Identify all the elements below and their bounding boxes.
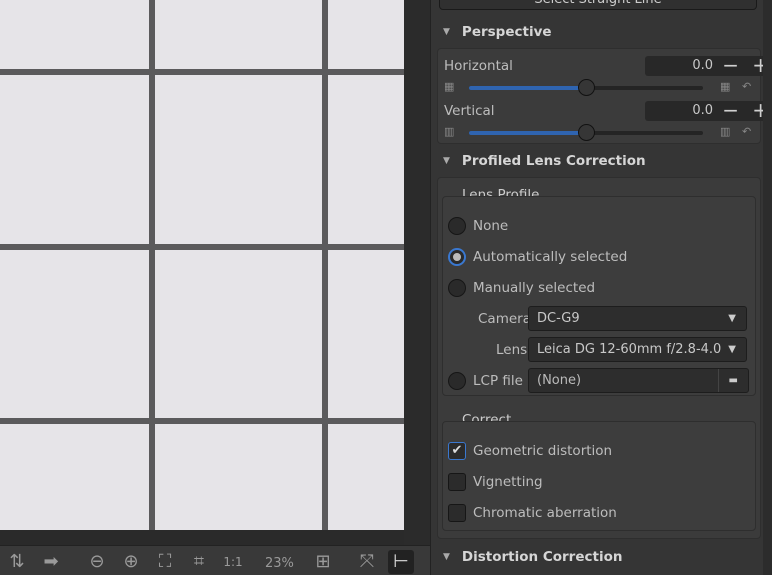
tool-panel: Select Straight Line ▼Perspective Horizo…: [430, 0, 772, 575]
viewer-background: [404, 0, 430, 545]
perspective-h-right-icon: ▦: [720, 80, 731, 93]
chromatic-aberration-label[interactable]: Chromatic aberration: [473, 505, 617, 521]
chevron-down-icon: ▼: [728, 313, 736, 324]
perspective-header[interactable]: ▼ Perspective: [443, 24, 552, 40]
geometric-distortion-checkbox[interactable]: ✔: [448, 442, 466, 460]
minus-icon[interactable]: −: [722, 55, 739, 75]
zoom-100-icon[interactable]: 1:1: [220, 550, 246, 574]
lens-select[interactable]: Leica DG 12-60mm f/2.8-4.0 ▼: [528, 337, 747, 362]
distortion-correction-header[interactable]: ▼ Distortion Correction: [443, 549, 622, 565]
radio-automatically-selected[interactable]: [448, 248, 466, 266]
camera-select[interactable]: DC-G9 ▼: [528, 306, 747, 331]
zoom-fit-icon[interactable]: ⛶: [152, 550, 178, 574]
zoom-out-icon[interactable]: ⊖: [84, 550, 110, 574]
option-none-label[interactable]: None: [473, 218, 508, 234]
reset-icon[interactable]: ↶: [742, 80, 751, 93]
tile-grout: [149, 0, 155, 530]
perspective-h-left-icon: ▦: [444, 80, 455, 93]
camera-label: Camera: [478, 311, 531, 327]
profiled-lens-correction-header[interactable]: ▼ Profiled Lens Correction: [443, 153, 646, 169]
perspective-box: Horizontal 0.0− + ▦ ▦ ↶ Vertical 0.0− + ▥ …: [437, 48, 772, 144]
tile-grout: [0, 69, 404, 75]
tile-grout: [0, 418, 404, 424]
radio-lcp-file[interactable]: [448, 372, 466, 390]
folder-icon: ▬: [717, 369, 738, 392]
toggle-right-panel-icon[interactable]: ⊢: [388, 550, 414, 574]
option-manual-label[interactable]: Manually selected: [473, 280, 595, 296]
radio-none[interactable]: [448, 217, 466, 235]
zoom-fit-crop-icon[interactable]: ⌗: [186, 550, 212, 574]
tile-grout: [0, 244, 404, 250]
vertical-label: Vertical: [444, 103, 495, 119]
chevron-down-icon: ▼: [728, 344, 736, 355]
vertical-value[interactable]: 0.0− +: [645, 100, 772, 121]
select-straight-line-button[interactable]: Select Straight Line: [439, 0, 757, 10]
reset-icon[interactable]: ↶: [742, 125, 751, 138]
lcp-file-label[interactable]: LCP file: [473, 373, 523, 389]
image-preview[interactable]: [0, 0, 404, 530]
vignetting-label[interactable]: Vignetting: [473, 474, 543, 490]
vertical-slider[interactable]: [469, 124, 703, 141]
sort-arrows-icon[interactable]: ⇅: [4, 550, 30, 574]
tile-grout: [322, 0, 328, 530]
perspective-v-right-icon: ▥: [720, 125, 731, 138]
horizontal-slider[interactable]: [469, 79, 703, 96]
next-image-icon[interactable]: ➡: [38, 550, 64, 574]
horizontal-label: Horizontal: [444, 58, 513, 74]
minus-icon[interactable]: −: [722, 100, 739, 120]
chromatic-aberration-checkbox[interactable]: [448, 504, 466, 522]
zoom-level: 23%: [265, 556, 294, 571]
zoom-in-icon[interactable]: ⊕: [118, 550, 144, 574]
new-detail-window-icon[interactable]: ⊞: [310, 550, 336, 574]
radio-manually-selected[interactable]: [448, 279, 466, 297]
lens-label: Lens: [496, 342, 528, 358]
lcp-file-chooser[interactable]: (None) ▬: [528, 368, 749, 393]
option-auto-label[interactable]: Automatically selected: [473, 249, 627, 265]
perspective-v-left-icon: ▥: [444, 125, 455, 138]
scrollbar[interactable]: [763, 0, 772, 575]
horizontal-value[interactable]: 0.0− +: [645, 55, 772, 76]
vignetting-checkbox[interactable]: [448, 473, 466, 491]
geometric-distortion-label[interactable]: Geometric distortion: [473, 443, 612, 459]
plc-box: Lens Profile None Automatically selected…: [437, 177, 761, 539]
editor-toolbar: ⇅ ➡ ⊖ ⊕ ⛶ ⌗ 1:1 23% ⊞ ⤧ ⊢: [0, 545, 430, 575]
fullscreen-icon[interactable]: ⤧: [354, 550, 380, 574]
